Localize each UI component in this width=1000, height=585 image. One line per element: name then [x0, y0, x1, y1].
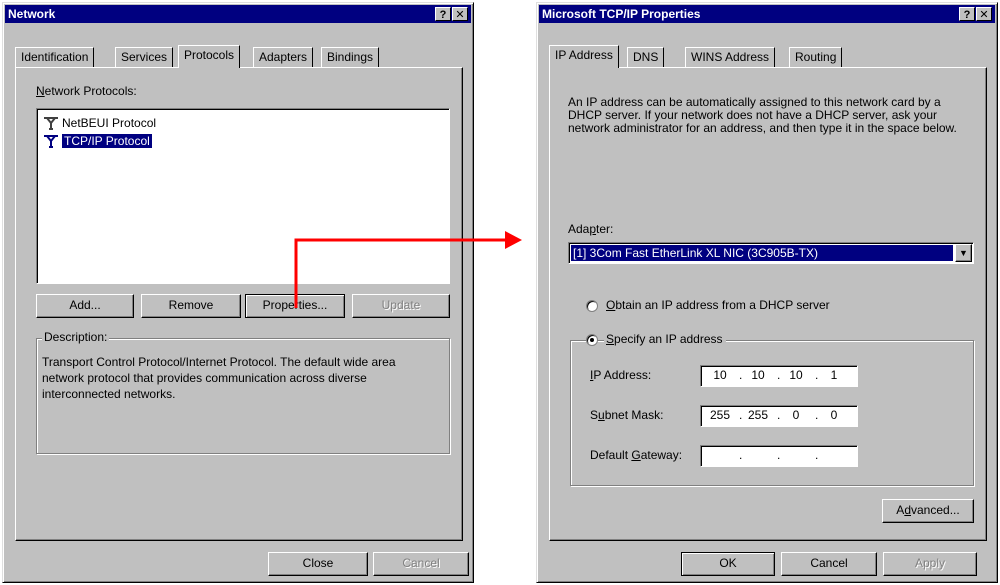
add-button[interactable]: Add... [36, 294, 134, 318]
chevron-down-icon[interactable]: ▼ [955, 244, 972, 262]
adapter-value: [1] 3Com Fast EtherLink XL NIC (3C905B-T… [571, 245, 953, 261]
subnet-octet: 0 [830, 408, 838, 422]
ok-button[interactable]: OK [681, 552, 775, 576]
default-gateway-label: Default Gateway: [590, 448, 683, 462]
ip-address-field[interactable]: 10. 10. 10. 1 [700, 365, 858, 387]
network-title: Network [8, 7, 56, 21]
help-icon[interactable]: ? [959, 7, 975, 21]
protocol-name: TCP/IP Protocol [62, 134, 152, 148]
default-gateway-field[interactable]: . . . [700, 445, 858, 467]
network-dialog: Network ? ✕ Identification Services Prot… [2, 2, 474, 583]
update-button[interactable]: Update [352, 294, 450, 318]
list-item[interactable]: NetBEUI Protocol [40, 115, 156, 131]
description-label: Description: [42, 330, 110, 344]
tab-routing[interactable]: Routing [789, 47, 843, 67]
dhcp-radio[interactable] [586, 300, 598, 312]
tab-wins-address[interactable]: WINS Address [685, 47, 776, 67]
advanced-button[interactable]: Advanced... [882, 499, 974, 523]
close-icon[interactable]: ✕ [452, 7, 468, 21]
protocols-panel: Network Protocols: NetBEUI Protocol TCP/… [15, 67, 463, 541]
network-title-bar: Network ? ✕ [5, 5, 471, 23]
dhcp-radio-label[interactable]: Obtain an IP address from a DHCP server [606, 298, 830, 312]
tcpip-title: Microsoft TCP/IP Properties [542, 7, 701, 21]
list-item[interactable]: TCP/IP Protocol [40, 133, 152, 149]
subnet-octet: 0 [792, 408, 800, 422]
close-button[interactable]: Close [268, 552, 368, 576]
remove-button[interactable]: Remove [141, 294, 241, 318]
apply-button[interactable]: Apply [883, 552, 977, 576]
tab-identification[interactable]: Identification [15, 47, 95, 67]
network-protocol-icon [44, 135, 58, 148]
cancel-button[interactable]: Cancel [373, 552, 469, 576]
ip-octet: 10 [751, 368, 765, 382]
tab-ip-address[interactable]: IP Address [549, 45, 619, 68]
tcpip-title-bar: Microsoft TCP/IP Properties ? ✕ [539, 5, 995, 23]
description-text: Transport Control Protocol/Internet Prot… [42, 355, 396, 401]
ip-address-label: IP Address: [590, 368, 652, 382]
tab-protocols[interactable]: Protocols [178, 45, 241, 68]
tab-services[interactable]: Services [115, 47, 174, 67]
subnet-octet: 255 [747, 408, 769, 422]
intro-text: An IP address can be automatically assig… [568, 95, 957, 135]
ip-octet: 10 [713, 368, 727, 382]
tab-adapters[interactable]: Adapters [253, 47, 314, 67]
subnet-mask-label: Subnet Mask: [590, 408, 664, 422]
specify-ip-radio[interactable] [586, 334, 598, 346]
ip-octet: 10 [789, 368, 803, 382]
tcpip-dialog: Microsoft TCP/IP Properties ? ✕ IP Addre… [536, 2, 998, 583]
protocol-name: NetBEUI Protocol [62, 116, 157, 130]
adapter-select[interactable]: [1] 3Com Fast EtherLink XL NIC (3C905B-T… [568, 242, 974, 264]
properties-button[interactable]: Properties... [245, 294, 345, 318]
help-icon[interactable]: ? [435, 7, 451, 21]
subnet-octet: 255 [709, 408, 731, 422]
network-protocol-icon [44, 117, 58, 130]
network-protocols-label: Network Protocols: [36, 84, 137, 98]
subnet-mask-field[interactable]: 255. 255. 0. 0 [700, 405, 858, 427]
tab-bindings[interactable]: Bindings [321, 47, 380, 67]
specify-ip-label[interactable]: Specify an IP address [604, 332, 726, 346]
cancel-button[interactable]: Cancel [781, 552, 877, 576]
tab-dns[interactable]: DNS [627, 47, 665, 67]
protocols-list[interactable]: NetBEUI Protocol TCP/IP Protocol [36, 108, 450, 284]
ip-address-panel: An IP address can be automatically assig… [549, 67, 987, 541]
ip-octet: 1 [830, 368, 838, 382]
close-icon[interactable]: ✕ [976, 7, 992, 21]
adapter-label: Adapter: [568, 222, 614, 236]
